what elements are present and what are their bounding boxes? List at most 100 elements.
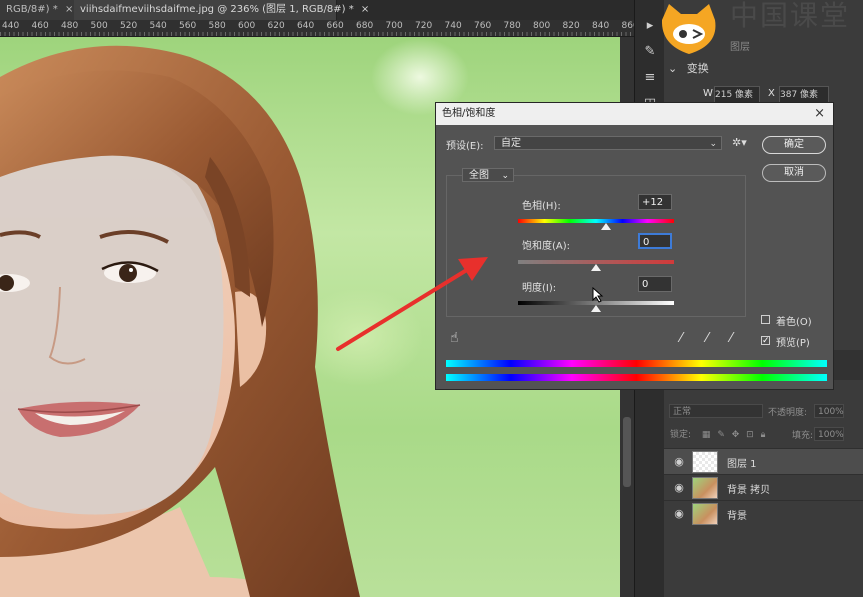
preview-label[interactable]: 预览(P) xyxy=(776,334,810,349)
visibility-eye-icon[interactable]: ◉ xyxy=(672,455,686,469)
mouse-cursor-icon xyxy=(592,287,604,303)
ruler-tick-label: 600 xyxy=(238,21,256,31)
brush-settings-icon[interactable]: ✎ xyxy=(642,44,658,60)
preset-select[interactable]: 自定 ⌄ xyxy=(494,136,722,150)
ruler-tick-label: 460 xyxy=(31,21,49,31)
close-icon[interactable]: × xyxy=(361,4,369,15)
ruler-tick-label: 520 xyxy=(120,21,138,31)
preview-checkbox[interactable]: ✓ xyxy=(761,336,770,346)
close-icon[interactable]: × xyxy=(65,4,73,15)
width-label: W xyxy=(703,88,713,99)
ok-button[interactable]: 确定 xyxy=(762,136,826,154)
channel-select[interactable]: 全图 ⌄ xyxy=(462,168,514,182)
layer-thumbnail xyxy=(692,477,718,499)
visibility-eye-icon[interactable]: ◉ xyxy=(672,507,686,521)
eyedropper-minus-icon[interactable]: ⁄ xyxy=(730,331,732,346)
horizontal-ruler[interactable]: 440 460 480 500 520 540 560 580 600 620 640 660 680 7… xyxy=(0,20,639,37)
ruler-tick-label: 440 xyxy=(2,21,20,31)
document-tab-bar: RGB/8#) * × viihsdaifmeviihsdaifme.jpg @… xyxy=(0,0,634,20)
eyedropper-icon[interactable]: ⁄ xyxy=(680,331,682,346)
ruler-tick-label: 840 xyxy=(592,21,610,31)
fill-label: 填充: xyxy=(792,431,814,441)
lock-label: 锁定: xyxy=(670,430,692,440)
lock-artboard-icon[interactable]: ⊡ xyxy=(746,430,754,440)
gear-icon[interactable]: ✲▾ xyxy=(732,136,747,149)
color-bar-output xyxy=(446,374,827,381)
chevron-down-icon: ⌄ xyxy=(501,171,509,181)
hue-input[interactable]: +12 xyxy=(638,194,672,210)
layer-name[interactable]: 背景 xyxy=(727,507,747,522)
ruler-tick-label: 820 xyxy=(562,21,580,31)
document-tab-2[interactable]: viihsdaifmeviihsdaifme.jpg @ 236% (图层 1,… xyxy=(74,0,369,20)
x-label: X xyxy=(768,88,775,99)
history-icon[interactable]: ▸ xyxy=(642,18,658,34)
preset-label: 预设(E): xyxy=(446,141,484,152)
ruler-tick-label: 660 xyxy=(326,21,344,31)
ruler-tick-label: 780 xyxy=(503,21,521,31)
ruler-tick-label: 500 xyxy=(90,21,108,31)
hue-slider-track[interactable] xyxy=(518,219,674,223)
layer-row[interactable]: ◉ 背景 xyxy=(664,500,863,527)
channel-value: 全图 xyxy=(469,170,489,181)
lightness-input[interactable]: 0 xyxy=(638,276,672,292)
saturation-label: 饱和度(A): xyxy=(522,241,571,252)
dialog-title-bar[interactable]: 色相/饱和度 × xyxy=(436,103,833,125)
saturation-slider-thumb[interactable] xyxy=(591,264,601,271)
layer-thumbnail xyxy=(692,503,718,525)
targeted-adjustment-hand-icon[interactable]: ☝ xyxy=(450,330,459,346)
hue-label: 色相(H): xyxy=(522,201,561,212)
chevron-down-icon: ⌄ xyxy=(668,62,678,75)
ruler-tick-label: 720 xyxy=(415,21,433,31)
lock-move-icon[interactable]: ✥ xyxy=(732,430,740,440)
hue-saturation-dialog: 色相/饱和度 × 预设(E): 自定 ⌄ ✲▾ 确定 取消 全图 ⌄ 色相(H)… xyxy=(435,102,834,390)
opacity-label: 不透明度: xyxy=(768,408,808,418)
chevron-down-icon: ⌄ xyxy=(709,139,717,149)
lock-brush-icon[interactable]: ✎ xyxy=(717,430,725,440)
layer-thumbnail xyxy=(692,451,718,473)
ruler-tick-label: 700 xyxy=(385,21,403,31)
document-tab-1[interactable]: RGB/8#) * × xyxy=(0,0,79,20)
ruler-tick-label: 680 xyxy=(356,21,374,31)
ruler-tick-label: 480 xyxy=(61,21,79,31)
saturation-input[interactable]: 0 xyxy=(638,233,672,249)
color-bar-input xyxy=(446,360,827,367)
lock-transparent-icon[interactable]: ▦ xyxy=(702,430,711,440)
ruler-tick-label: 760 xyxy=(474,21,492,31)
lightness-label: 明度(I): xyxy=(522,283,557,294)
transform-section[interactable]: ⌄ 变换 xyxy=(668,60,863,78)
ruler-tick-label: 640 xyxy=(297,21,315,31)
adjust-icon[interactable]: ≡ xyxy=(642,70,658,86)
document-tab-1-label: RGB/8#) * xyxy=(6,4,58,15)
preset-value: 自定 xyxy=(501,138,521,149)
colorize-checkbox[interactable] xyxy=(761,315,770,324)
eyedropper-plus-icon[interactable]: ⁄ xyxy=(706,331,708,346)
scrollbar-thumb[interactable] xyxy=(623,417,631,487)
lightness-slider-thumb[interactable] xyxy=(591,305,601,312)
dialog-title: 色相/饱和度 xyxy=(442,108,496,119)
visibility-eye-icon[interactable]: ◉ xyxy=(672,481,686,495)
layer-name[interactable]: 背景 拷贝 xyxy=(727,481,770,496)
layer-name[interactable]: 图层 1 xyxy=(727,455,757,470)
ruler-tick-label: 800 xyxy=(533,21,551,31)
ruler-tick-label: 740 xyxy=(444,21,462,31)
hue-slider-thumb[interactable] xyxy=(601,223,611,230)
lock-all-icon[interactable]: 🔒︎ xyxy=(761,430,766,440)
watermark-logo-icon xyxy=(661,4,716,54)
fill-field[interactable]: 100% xyxy=(814,427,844,441)
document-tab-2-label: viihsdaifmeviihsdaifme.jpg @ 236% (图层 1,… xyxy=(80,4,354,15)
lock-row: 锁定: ▦ ✎ ✥ ⊡ 🔒︎ xyxy=(670,427,765,440)
cancel-button[interactable]: 取消 xyxy=(762,164,826,182)
ruler-tick-label: 620 xyxy=(267,21,285,31)
ruler-tick-label: 560 xyxy=(179,21,197,31)
transform-section-label: 变换 xyxy=(686,62,709,75)
colorize-label[interactable]: 着色(O) xyxy=(776,313,812,328)
properties-panel-title: 图层 xyxy=(730,42,750,53)
close-icon[interactable]: × xyxy=(814,103,825,125)
layer-row[interactable]: ◉ 图层 1 xyxy=(664,448,863,475)
ruler-tick-label: 580 xyxy=(208,21,226,31)
ruler-tick-label: 540 xyxy=(149,21,167,31)
layer-row[interactable]: ◉ 背景 拷贝 xyxy=(664,474,863,501)
opacity-field[interactable]: 100% xyxy=(814,404,844,418)
watermark-brand: 中国课堂 xyxy=(730,0,851,32)
blend-mode-select[interactable]: 正常 xyxy=(669,404,763,418)
